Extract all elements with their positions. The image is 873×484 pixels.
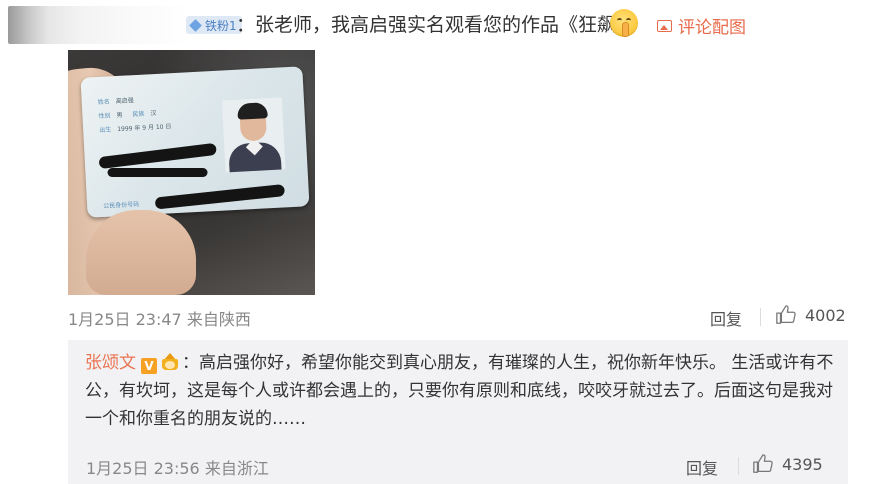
comment-picture-label: 评论配图 xyxy=(678,18,746,38)
comment-timestamp: 1月25日 23:47 来自陕西 xyxy=(68,310,251,329)
diamond-icon xyxy=(189,18,202,32)
verified-badge: V xyxy=(141,358,157,374)
divider xyxy=(760,308,761,326)
reply-timestamp: 1月25日 23:56 来自浙江 xyxy=(86,459,269,478)
like-count: 4002 xyxy=(805,305,846,325)
id-card: 姓名 高启强 性别男 民族汉 出生 1999 年 9 月 10 日 公民身份号码 xyxy=(80,66,310,218)
reply-like-button[interactable]: 4395 xyxy=(752,453,823,475)
reply-author[interactable]: 张颂文 xyxy=(85,353,136,373)
redaction-scribble xyxy=(107,168,208,178)
fan-badge: 铁粉1 xyxy=(186,16,242,34)
crown-fan-badge-icon xyxy=(159,353,181,371)
redacted-username[interactable] xyxy=(8,6,190,44)
comment-picture-link[interactable]: 评论配图 xyxy=(657,13,746,38)
reply-button[interactable]: 回复 xyxy=(710,306,742,330)
thumbs-up-icon xyxy=(776,305,796,324)
shushing-face-icon xyxy=(610,9,638,37)
hand-fingers xyxy=(86,210,196,295)
comment-thread: 铁粉1 ：张老师，我高启强实名观看您的作品《狂飙》 评论配图 姓名 高启强 性别男… xyxy=(0,0,873,484)
reply-box: 张颂文 V ：高启强你好，希望你能交到真心朋友，有璀璨的人生，祝你新年快乐。 生活或… xyxy=(68,340,848,484)
divider xyxy=(738,457,739,475)
redaction-scribble xyxy=(98,142,217,170)
reply-reply-button[interactable]: 回复 xyxy=(686,455,718,479)
reply-text: ：高启强你好，希望你能交到真心朋友，有璀璨的人生，祝你新年快乐。 生活或许有不公… xyxy=(85,353,834,429)
thumbs-up-icon xyxy=(753,454,773,473)
fan-badge-label: 铁粉1 xyxy=(205,18,237,33)
image-icon xyxy=(657,19,672,32)
reply-content: 张颂文 V ：高启强你好，希望你能交到真心朋友，有璀璨的人生，祝你新年快乐。 生活或… xyxy=(85,349,835,433)
comment-image[interactable]: 姓名 高启强 性别男 民族汉 出生 1999 年 9 月 10 日 公民身份号码 xyxy=(68,50,315,295)
reply-like-count: 4395 xyxy=(782,454,823,474)
comment-text: ：张老师，我高启强实名观看您的作品《狂飙》 xyxy=(236,14,636,36)
like-button[interactable]: 4002 xyxy=(775,304,846,326)
id-portrait xyxy=(221,97,286,173)
redaction-scribble xyxy=(154,184,286,210)
